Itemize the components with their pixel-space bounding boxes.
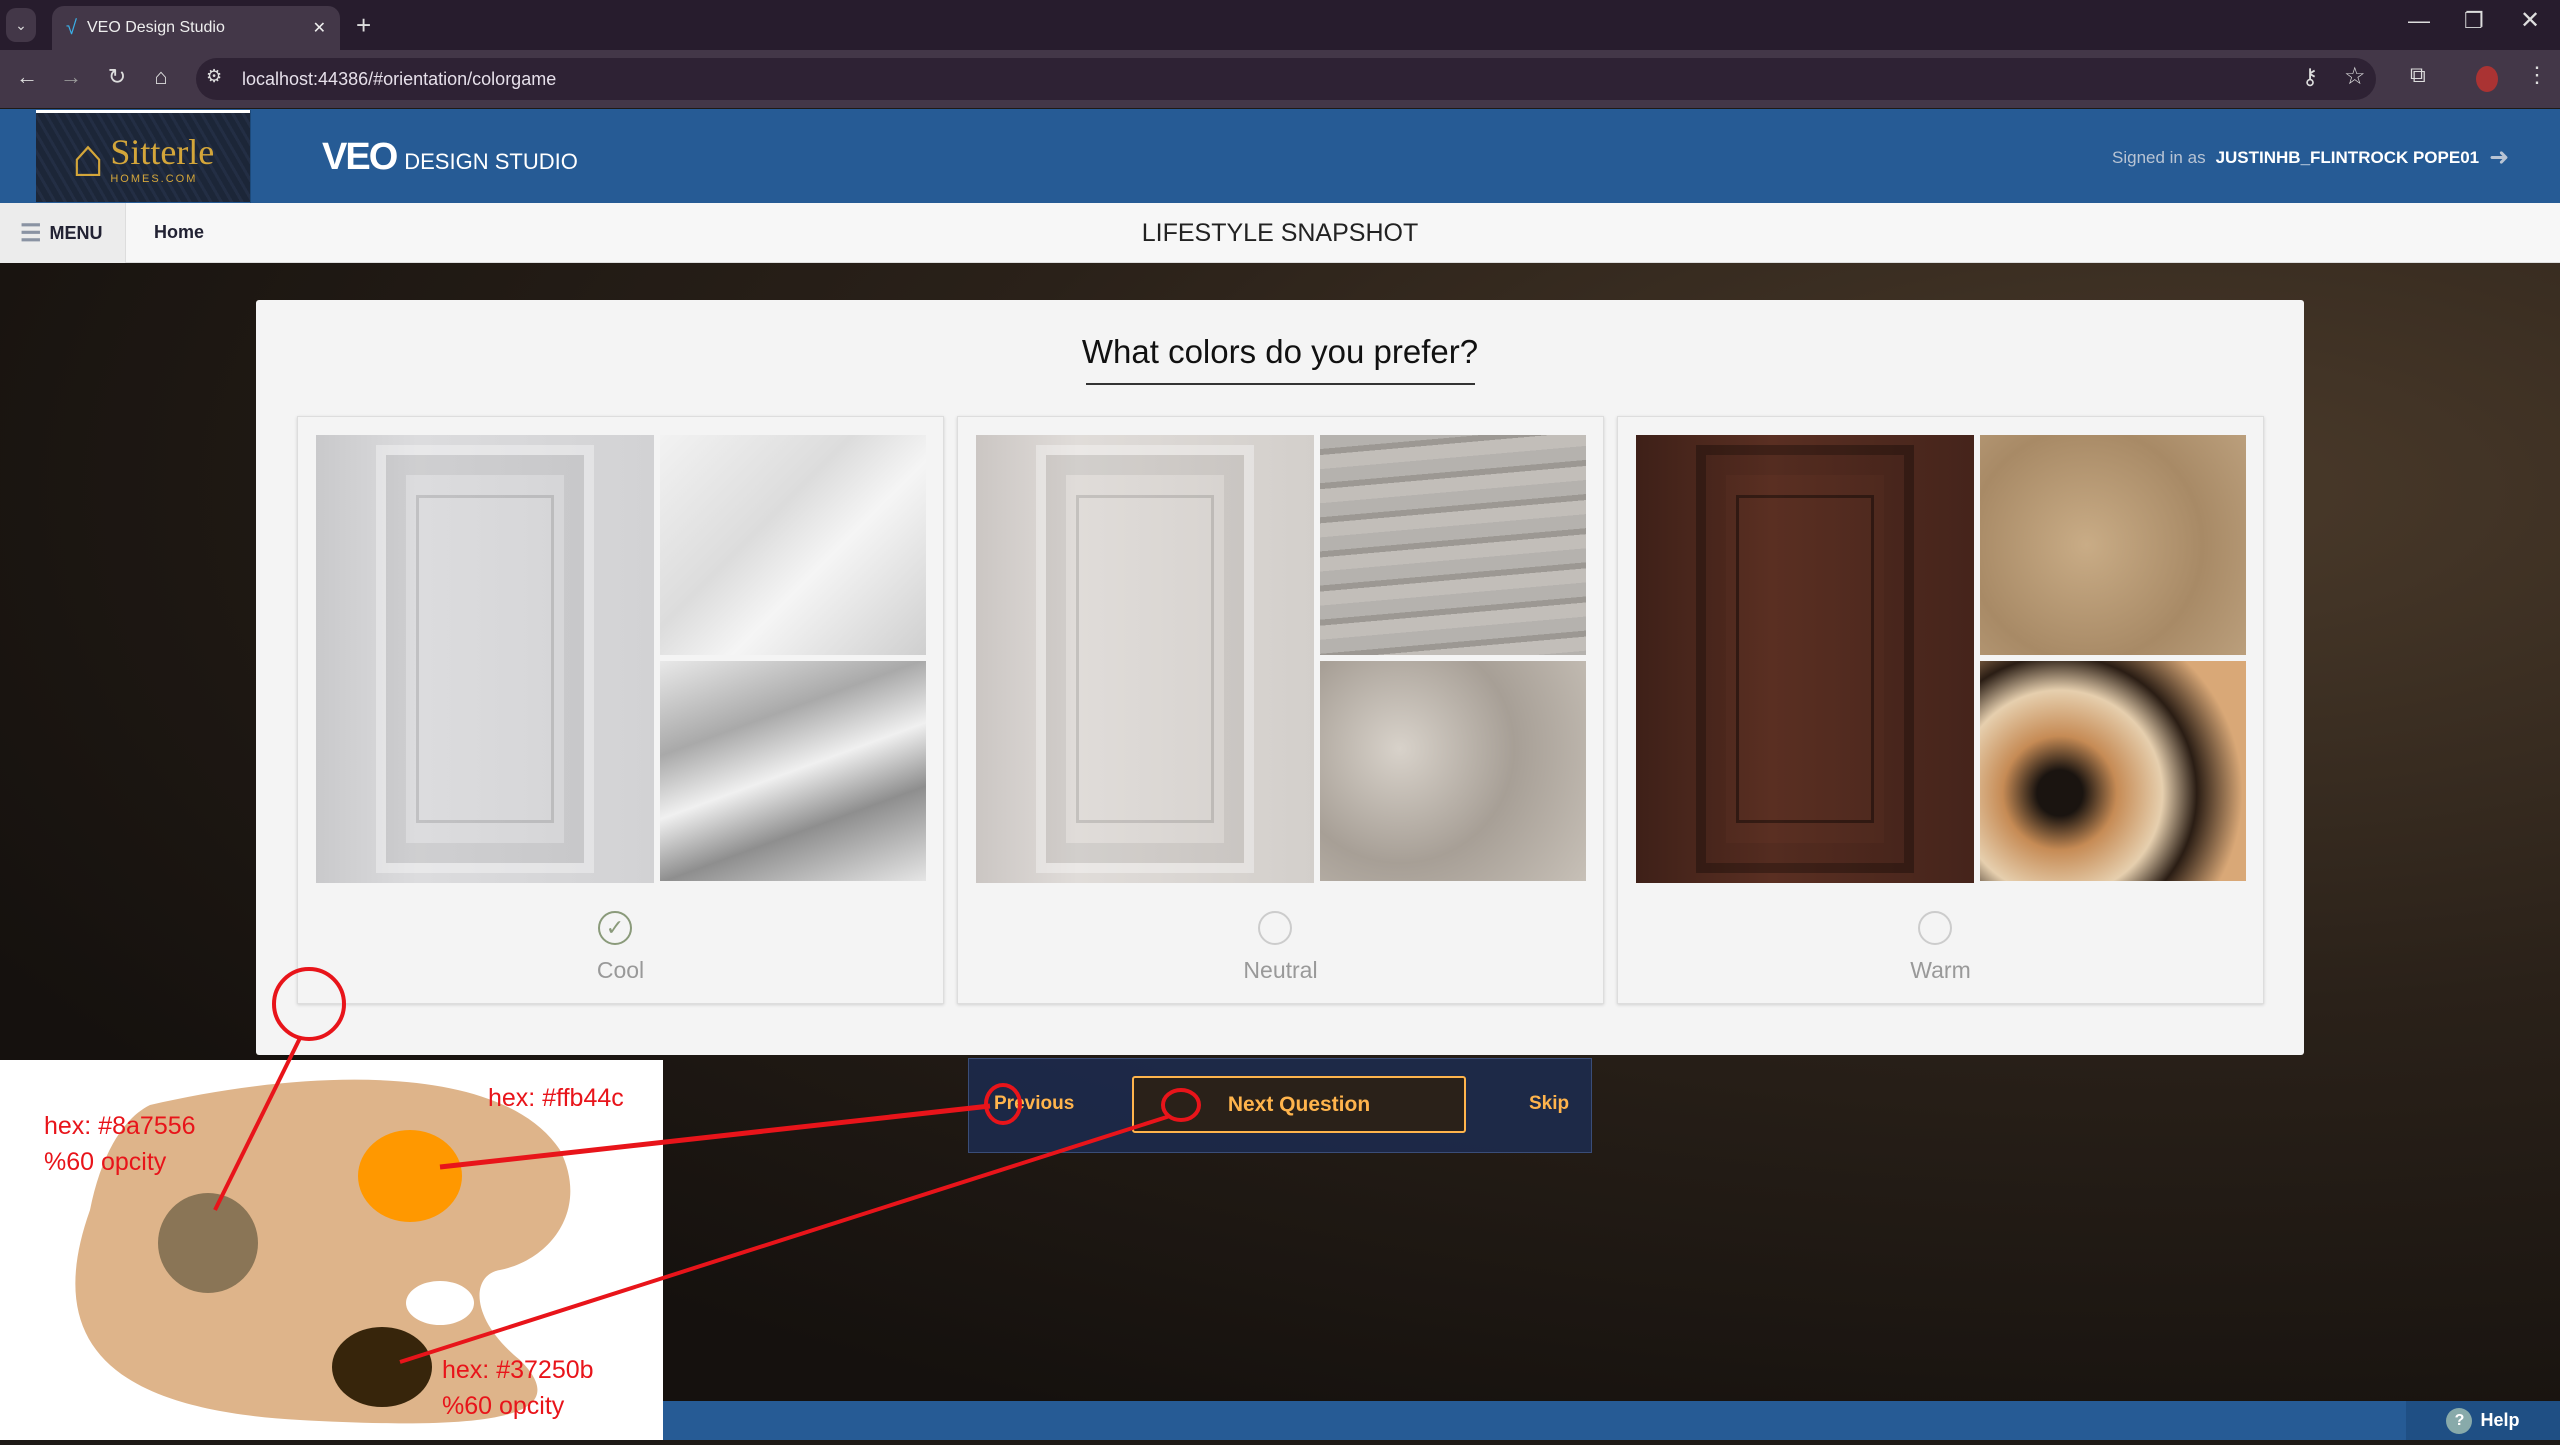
countertop-image xyxy=(1320,435,1586,655)
veo-mark: VEO xyxy=(322,136,398,178)
countertop-image xyxy=(660,435,926,655)
title-underline xyxy=(1086,383,1475,385)
option-cool[interactable]: ✓ Cool xyxy=(297,416,944,1004)
cabinet-door-image xyxy=(1636,435,1974,883)
next-question-label: Next Question xyxy=(1227,1092,1371,1116)
new-tab-button[interactable]: + xyxy=(356,10,371,41)
option-warm[interactable]: Warm xyxy=(1617,416,2264,1004)
extensions-icon[interactable]: ⧉ xyxy=(2410,62,2426,88)
page-title: LIFESTYLE SNAPSHOT xyxy=(1141,219,1419,247)
annotation-text: hex: #8a7556 xyxy=(44,1112,196,1140)
veo-favicon-icon: √ xyxy=(66,16,77,39)
radio-checked-icon[interactable]: ✓ xyxy=(598,911,632,945)
cabinet-door-image xyxy=(316,435,654,883)
radio-unchecked-icon[interactable] xyxy=(1918,911,1952,945)
password-key-icon[interactable]: ⚷ xyxy=(2302,64,2318,90)
house-logo-icon: ⌂ xyxy=(71,127,105,188)
countertop-image xyxy=(1980,435,2246,655)
veo-logo: VEO DESIGN STUDIO xyxy=(322,136,578,179)
annotation-text: %60 opcity xyxy=(44,1148,167,1176)
sitterle-logo[interactable]: ⌂ Sitterle HOMES.COM xyxy=(36,110,250,202)
help-label: Help xyxy=(2480,1410,2520,1430)
address-bar[interactable]: localhost:44386/#orientation/colorgame xyxy=(196,58,2376,100)
close-window-button[interactable]: ✕ xyxy=(2520,6,2540,35)
restore-button[interactable]: ❐ xyxy=(2464,8,2484,34)
skip-button[interactable]: Skip xyxy=(1529,1093,1569,1115)
signed-in: Signed in as JUSTINHB_FLINTROCK POPE01 ➜ xyxy=(2112,143,2509,172)
help-button[interactable]: ? Help xyxy=(2406,1401,2560,1440)
site-info-icon[interactable]: ⚙ xyxy=(206,66,222,87)
radio-unchecked-icon[interactable] xyxy=(1258,911,1292,945)
browser-tab[interactable]: √ VEO Design Studio ✕ xyxy=(52,6,340,50)
countertop-image xyxy=(1980,661,2246,881)
swatch-37250b xyxy=(332,1327,432,1407)
url-text: localhost:44386/#orientation/colorgame xyxy=(242,68,557,89)
bookmark-star-icon[interactable]: ☆ xyxy=(2344,62,2366,91)
annotation-text: %60 opcity xyxy=(442,1392,565,1420)
logo-text: Sitterle xyxy=(110,131,215,172)
help-icon: ? xyxy=(2446,1407,2473,1434)
color-palette-annotation: hex: #8a7556 %60 opcity hex: #ffb44c hex… xyxy=(0,1060,663,1440)
browser-tab-bar xyxy=(0,0,2560,50)
tab-title: VEO Design Studio xyxy=(86,19,225,36)
minimize-button[interactable]: — xyxy=(2408,8,2430,34)
close-tab-icon[interactable]: ✕ xyxy=(313,18,326,38)
countertop-image xyxy=(660,661,926,881)
browser-menu-icon[interactable]: ⋮ xyxy=(2526,62,2548,88)
app-name: DESIGN STUDIO xyxy=(404,149,578,174)
sign-out-icon[interactable]: ➜ xyxy=(2489,143,2509,172)
reload-icon[interactable]: ↻ xyxy=(102,64,132,90)
signed-in-label: Signed in as xyxy=(2112,147,2206,167)
logo-subtext: HOMES.COM xyxy=(110,172,198,185)
cabinet-door-image xyxy=(976,435,1314,883)
previous-button[interactable]: Previous xyxy=(994,1093,1074,1115)
home-icon[interactable]: ⌂ xyxy=(146,64,176,90)
option-neutral[interactable]: Neutral xyxy=(957,416,1604,1004)
header-divider xyxy=(250,110,251,203)
forward-icon[interactable]: → xyxy=(56,64,86,90)
back-icon[interactable]: ← xyxy=(12,64,42,90)
option-label: Neutral xyxy=(1243,957,1318,983)
footer-bar xyxy=(662,1401,2560,1440)
annotation-text: hex: #37250b xyxy=(442,1356,594,1384)
tab-search-button[interactable]: ⌄ xyxy=(6,8,36,42)
profile-avatar[interactable] xyxy=(2476,66,2498,92)
annotation-text: hex: #ffb44c xyxy=(488,1084,624,1112)
next-question-button[interactable]: Next Question xyxy=(1132,1076,1466,1133)
question-title: What colors do you prefer? xyxy=(1081,333,1479,370)
option-label: Cool xyxy=(596,957,645,983)
countertop-image xyxy=(1320,661,1586,881)
swatch-ffb44c xyxy=(358,1130,462,1222)
username: JUSTINHB_FLINTROCK POPE01 xyxy=(2215,147,2480,167)
palette-thumb-hole xyxy=(406,1281,474,1325)
swatch-8a7556 xyxy=(158,1193,258,1293)
option-label: Warm xyxy=(1910,957,1971,983)
